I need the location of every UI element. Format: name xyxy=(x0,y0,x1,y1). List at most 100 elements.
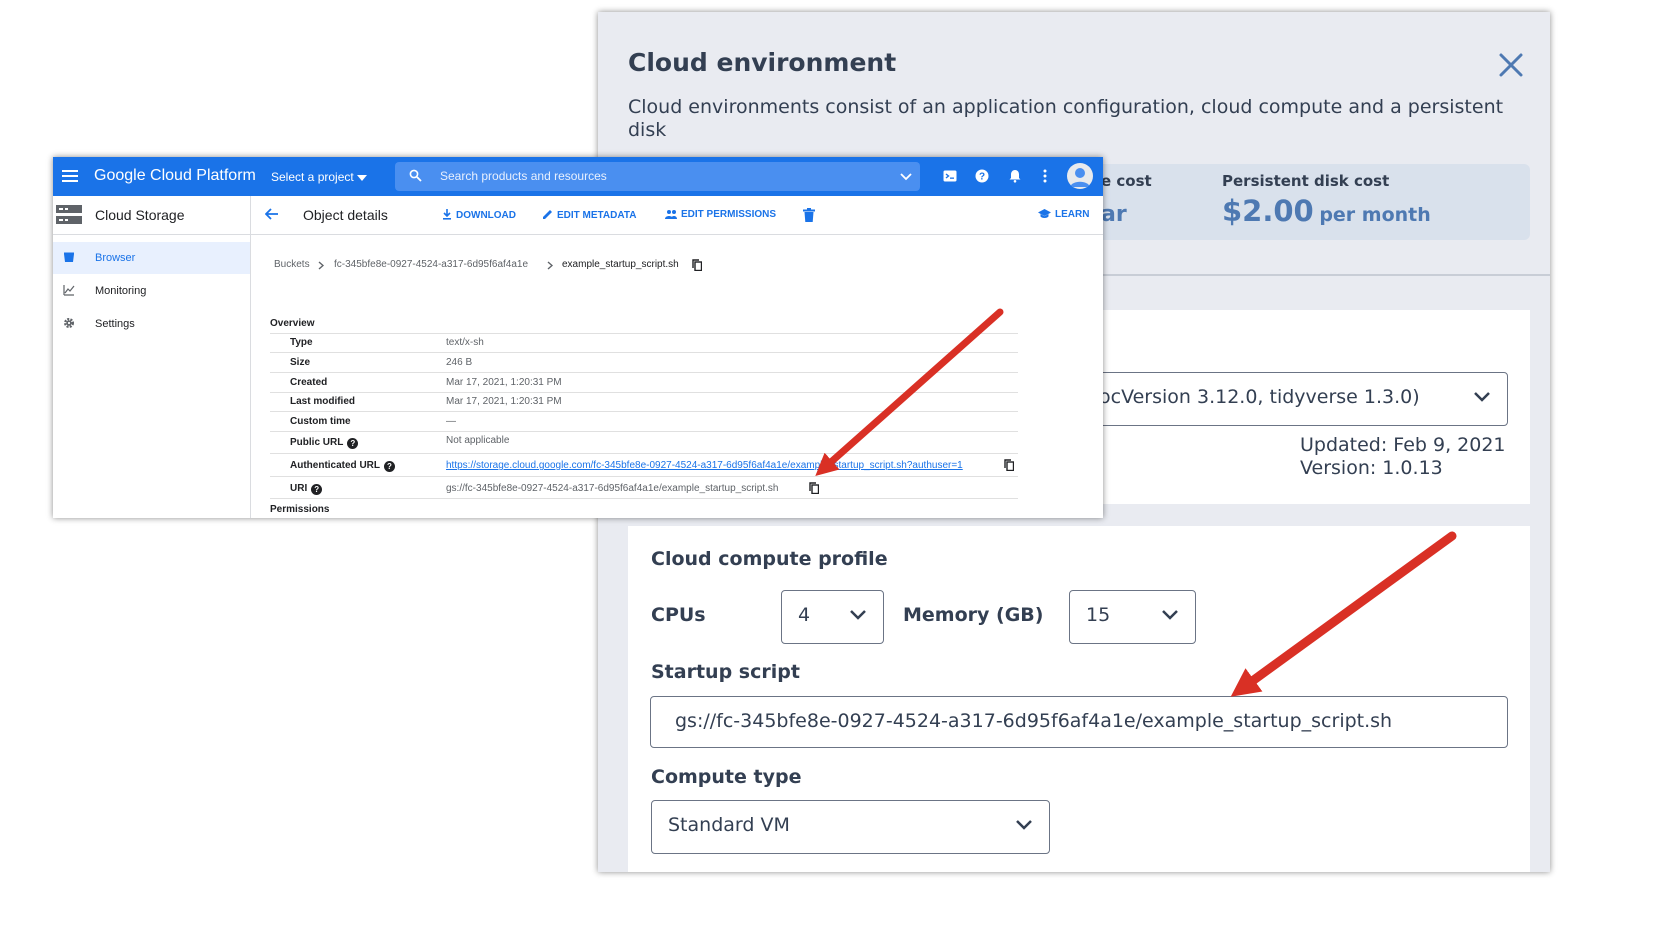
copy-icon[interactable] xyxy=(1004,459,1014,471)
gcp-top-bar: Google Cloud Platform Select a project S… xyxy=(53,157,1103,196)
compute-profile-title: Cloud compute profile xyxy=(651,548,888,570)
startup-script-value: gs://fc-345bfe8e-0927-4524-a317-6d95f6af… xyxy=(675,710,1393,732)
chevron-down-icon xyxy=(1162,610,1178,620)
more-vert-icon[interactable] xyxy=(1043,169,1047,183)
gcp-object-details-window: Google Cloud Platform Select a project S… xyxy=(53,157,1103,518)
row-divider xyxy=(270,476,1018,477)
row-value-custom-time: — xyxy=(446,416,456,427)
school-icon xyxy=(1038,209,1051,218)
startup-script-input[interactable]: gs://fc-345bfe8e-0927-4524-a317-6d95f6af… xyxy=(650,696,1508,748)
application-select[interactable]: ocVersion 3.12.0, tidyverse 1.3.0) xyxy=(1038,372,1508,426)
disk-cost-unit: per month xyxy=(1319,204,1431,226)
edit-metadata-label: EDIT METADATA xyxy=(557,210,637,221)
copy-icon[interactable] xyxy=(692,259,702,271)
row-divider xyxy=(270,431,1018,432)
chevron-right-icon xyxy=(318,261,324,270)
application-select-value: ocVersion 3.12.0, tidyverse 1.3.0) xyxy=(1099,386,1420,408)
row-value-created: Mar 17, 2021, 1:20:31 PM xyxy=(446,377,562,388)
chart-icon xyxy=(63,285,75,296)
breadcrumb-buckets[interactable]: Buckets xyxy=(274,259,310,270)
sidebar: Cloud Storage Browser Monitoring Setting… xyxy=(53,196,251,518)
startup-script-label: Startup script xyxy=(651,661,800,683)
compute-type-select[interactable]: Standard VM xyxy=(651,800,1050,854)
panel-title: Cloud environment xyxy=(628,48,897,77)
row-value-public-url: Not applicable xyxy=(446,435,510,446)
disk-cost-amount: $2.00 xyxy=(1222,194,1314,228)
bucket-icon xyxy=(64,252,74,262)
edit-pencil-icon xyxy=(543,210,552,219)
object-details-header: Object details DOWNLOAD EDIT METADATA ED… xyxy=(251,196,1103,235)
people-icon xyxy=(665,210,677,219)
sidebar-title: Cloud Storage xyxy=(95,207,185,223)
compute-type-label: Compute type xyxy=(651,766,802,788)
edit-metadata-button[interactable]: EDIT METADATA xyxy=(542,209,636,221)
search-placeholder: Search products and resources xyxy=(440,169,607,183)
chevron-right-icon xyxy=(547,261,553,270)
help-icon[interactable]: ? xyxy=(975,169,989,183)
help-icon[interactable]: ? xyxy=(347,438,359,449)
memory-select-value: 15 xyxy=(1086,604,1111,626)
caret-down-icon[interactable] xyxy=(357,175,367,181)
edit-permissions-button[interactable]: EDIT PERMISSIONS xyxy=(665,209,776,220)
chevron-down-icon xyxy=(1474,392,1490,402)
row-value-last-modified: Mar 17, 2021, 1:20:31 PM xyxy=(446,396,562,407)
hamburger-menu-icon[interactable] xyxy=(62,169,78,183)
breadcrumb-object: example_startup_script.sh xyxy=(562,259,679,270)
search-bar[interactable]: Search products and resources xyxy=(395,162,920,191)
row-key-uri: URI? xyxy=(290,483,323,495)
row-key-uri-label: URI xyxy=(290,483,308,494)
copy-icon[interactable] xyxy=(809,482,819,494)
page-title: Object details xyxy=(303,207,388,223)
notifications-icon[interactable] xyxy=(1008,169,1022,183)
project-selector[interactable]: Select a project xyxy=(271,170,354,184)
row-key-type: Type xyxy=(290,337,313,348)
sidebar-item-browser[interactable]: Browser xyxy=(53,242,250,274)
running-cost-value: ar xyxy=(1101,202,1127,227)
row-divider xyxy=(270,411,1018,412)
row-key-public-url: Public URL? xyxy=(290,437,359,449)
row-divider xyxy=(270,453,1018,454)
user-avatar-icon xyxy=(1070,168,1090,187)
close-icon[interactable] xyxy=(1498,52,1524,78)
download-button[interactable]: DOWNLOAD xyxy=(442,209,516,221)
chevron-down-icon xyxy=(1016,820,1032,830)
download-label: DOWNLOAD xyxy=(456,210,516,221)
breadcrumb-bucket[interactable]: fc-345bfe8e-0927-4524-a317-6d95f6af4a1e xyxy=(334,259,528,270)
search-icon xyxy=(409,169,422,182)
disk-cost-value: $2.00 per month xyxy=(1222,194,1431,228)
panel-description: Cloud environments consist of an applica… xyxy=(628,96,1504,141)
row-key-custom-time: Custom time xyxy=(290,416,351,427)
row-divider xyxy=(270,372,1018,373)
cpus-select[interactable]: 4 xyxy=(781,590,884,644)
help-icon[interactable]: ? xyxy=(311,484,323,495)
permissions-title: Permissions xyxy=(270,504,330,515)
cpus-select-value: 4 xyxy=(798,604,811,626)
disk-cost-label: Persistent disk cost xyxy=(1222,172,1390,190)
gcp-brand[interactable]: Google Cloud Platform xyxy=(94,167,256,185)
help-icon[interactable]: ? xyxy=(384,461,395,472)
chevron-down-icon xyxy=(850,610,866,620)
chevron-down-icon[interactable] xyxy=(900,173,912,181)
authenticated-url-link[interactable]: https://storage.cloud.google.com/fc-345b… xyxy=(446,460,963,471)
learn-button[interactable]: LEARN xyxy=(1038,209,1089,220)
row-divider xyxy=(270,498,1018,499)
row-key-authenticated-url: Authenticated URL? xyxy=(290,460,395,472)
memory-select[interactable]: 15 xyxy=(1069,590,1196,644)
sidebar-item-settings[interactable]: Settings xyxy=(53,308,250,340)
running-cost-label: e cost xyxy=(1101,172,1152,190)
sidebar-item-label: Browser xyxy=(95,252,136,264)
avatar[interactable] xyxy=(1067,163,1093,189)
sidebar-item-label: Settings xyxy=(95,318,135,330)
cloud-storage-icon xyxy=(56,205,82,224)
edit-permissions-label: EDIT PERMISSIONS xyxy=(681,209,777,220)
back-arrow-icon[interactable] xyxy=(265,208,279,220)
download-icon xyxy=(443,209,451,220)
delete-trash-icon[interactable] xyxy=(803,208,815,222)
sidebar-item-monitoring[interactable]: Monitoring xyxy=(53,275,250,307)
cloud-shell-icon[interactable] xyxy=(943,169,957,183)
row-key-public-url-label: Public URL xyxy=(290,437,344,448)
sidebar-divider xyxy=(53,234,250,235)
overview-title: Overview xyxy=(270,318,315,329)
svg-text:?: ? xyxy=(979,172,985,183)
application-updated: Updated: Feb 9, 2021 xyxy=(1300,434,1506,456)
